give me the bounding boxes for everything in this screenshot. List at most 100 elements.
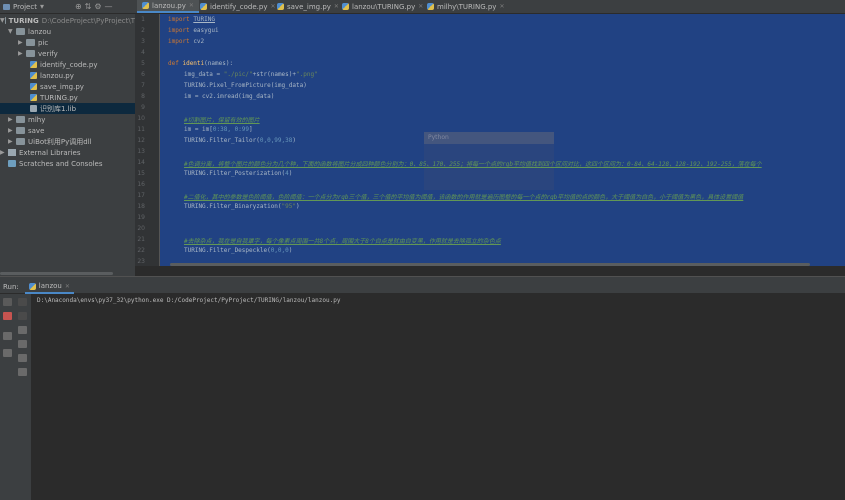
chevron-right-icon: ▶ <box>18 50 26 57</box>
run-tool-window-header: Run: lanzou ✕ <box>0 281 845 293</box>
tree-item-label: lanzou <box>28 28 51 36</box>
tree-item-pic[interactable]: ▶ pic <box>0 37 153 48</box>
code-line-3: import cv2 <box>168 38 204 45</box>
print-icon[interactable] <box>18 354 27 362</box>
chevron-down-icon: ▼ <box>0 17 5 24</box>
folder-icon <box>16 116 25 123</box>
file-icon <box>30 105 37 112</box>
run-toolbar <box>0 294 31 500</box>
down-arrow-icon[interactable] <box>18 312 27 320</box>
target-icon[interactable]: ⊕ <box>75 2 82 11</box>
code-line-8: im = cv2.imread(img_data) <box>184 93 274 100</box>
line-number: 14 <box>135 159 145 166</box>
tree-item-label: pic <box>38 39 48 47</box>
tree-item-mlhy[interactable]: ▶ mlhy <box>0 114 143 125</box>
console-command-line: D:\Anaconda\envs\py37_32\python.exe D:/C… <box>37 297 340 304</box>
scratches-icon <box>8 160 16 167</box>
folder-icon <box>16 28 25 35</box>
tab-label: milhy\TURING.py <box>437 3 496 11</box>
code-line-5: def identi(names): <box>168 60 233 67</box>
line-number: 9 <box>135 104 145 111</box>
tree-root-name: TURING <box>9 17 39 25</box>
tab-label: identify_code.py <box>210 3 268 11</box>
pin-icon[interactable] <box>3 349 12 357</box>
tab-identify-code-py[interactable]: identify_code.py ✕ <box>195 0 281 13</box>
line-number: 19 <box>135 214 145 221</box>
python-file-icon <box>277 3 284 10</box>
tree-item-label: 识别库1.lib <box>40 104 76 114</box>
code-line-14: #色调分离，将整个图片的颜色分为几个种，下面的函数将图片分成四种颜色分别为：0、… <box>184 159 845 168</box>
tab-mlhy-turing-py[interactable]: milhy\TURING.py ✕ <box>422 0 509 13</box>
tree-item-label: lanzou.py <box>40 72 74 80</box>
python-file-icon <box>342 3 349 10</box>
tree-item-save[interactable]: ▶ save <box>0 125 143 136</box>
code-line-21: #去除杂点，我在是自我罩字，每个像素点周围一共8个点，周围大于8个白点是就由白变… <box>184 236 501 245</box>
line-number: 13 <box>135 148 145 155</box>
tree-item-label: Scratches and Consoles <box>19 160 103 168</box>
tree-item-uibot[interactable]: ▶ UiBot利用Py调用dll <box>0 136 143 147</box>
tab-save-img-py[interactable]: save_img.py ✕ <box>272 0 344 13</box>
project-tree: ▼ TURING D:\CodeProject\PyProject\T ▼ la… <box>0 14 135 276</box>
project-icon <box>3 4 10 10</box>
tree-item-lanzou[interactable]: ▼ lanzou <box>0 26 143 37</box>
chevron-down-icon: ▾ <box>40 2 44 11</box>
line-number: 20 <box>135 225 145 232</box>
python-file-icon <box>142 2 149 9</box>
run-tab-lanzou[interactable]: lanzou ✕ <box>25 280 74 294</box>
gear-icon[interactable]: ⚙ <box>94 2 101 11</box>
line-number: 21 <box>135 236 145 243</box>
folder-icon <box>26 50 35 57</box>
trash-icon[interactable] <box>18 368 27 376</box>
python-file-icon <box>30 83 37 90</box>
editor-horizontal-scrollbar[interactable] <box>170 263 810 266</box>
run-console[interactable] <box>31 294 845 500</box>
rerun-icon[interactable] <box>3 298 12 306</box>
code-line-12: TURING.Filter_Tailor(0,0,99,38) <box>184 137 296 144</box>
python-file-icon <box>200 3 207 10</box>
layout-icon[interactable] <box>3 332 12 340</box>
tree-item-label: UiBot利用Py调用dll <box>28 137 92 147</box>
tree-item-label: mlhy <box>28 116 45 124</box>
code-line-7: TURING.Pixel_FromPicture(img_data) <box>184 82 307 89</box>
python-file-icon <box>30 72 37 79</box>
tree-scrollbar[interactable] <box>0 272 113 275</box>
code-line-15: TURING.Filter_Posterization(4) <box>184 170 292 177</box>
scroll-to-end-icon[interactable] <box>18 340 27 348</box>
folder-icon <box>26 39 35 46</box>
close-icon[interactable]: ✕ <box>65 283 70 290</box>
line-number: 7 <box>135 82 145 89</box>
tree-item-scratches[interactable]: Scratches and Consoles <box>0 158 143 169</box>
up-arrow-icon[interactable] <box>18 298 27 306</box>
tab-label: save_img.py <box>287 3 331 11</box>
close-icon[interactable]: ✕ <box>189 2 194 9</box>
folder-icon <box>5 17 6 24</box>
stop-icon[interactable] <box>3 312 12 320</box>
close-icon[interactable]: ✕ <box>499 3 504 10</box>
chevron-right-icon: ▶ <box>0 149 8 156</box>
line-number: 10 <box>135 115 145 122</box>
tree-item-external-libraries[interactable]: ▶ External Libraries <box>0 147 135 158</box>
line-number: 1 <box>135 16 145 23</box>
run-tab-label: lanzou <box>39 282 62 290</box>
line-number: 11 <box>135 126 145 133</box>
tab-lanzou-turing-py[interactable]: lanzou\TURING.py ✕ <box>337 0 428 13</box>
folder-icon <box>16 138 25 145</box>
tree-item-label: TURING.py <box>40 94 78 102</box>
minimize-icon[interactable]: — <box>105 2 113 11</box>
tree-item-label: identify_code.py <box>40 61 98 69</box>
python-file-icon <box>30 61 37 68</box>
collapse-icon[interactable]: ⇅ <box>85 2 92 11</box>
code-line-10: #切割图片，保留有效的图片 <box>184 115 260 124</box>
soft-wrap-icon[interactable] <box>18 326 27 334</box>
line-number: 4 <box>135 49 145 56</box>
tree-item-lib-file[interactable]: 识别库1.lib <box>0 103 135 114</box>
run-label: Run: <box>3 283 19 291</box>
python-file-icon <box>29 283 36 290</box>
project-view-dropdown[interactable]: Project ▾ ⊕ ⇅ ⚙ — <box>0 0 135 13</box>
tab-lanzou-py[interactable]: lanzou.py ✕ <box>137 0 199 13</box>
tree-item-verify[interactable]: ▶ verify <box>0 48 153 59</box>
code-line-11: im = im[0:38, 0:99] <box>184 126 253 133</box>
tree-root[interactable]: ▼ TURING D:\CodeProject\PyProject\T <box>0 15 135 26</box>
line-number: 12 <box>135 137 145 144</box>
line-number: 3 <box>135 38 145 45</box>
